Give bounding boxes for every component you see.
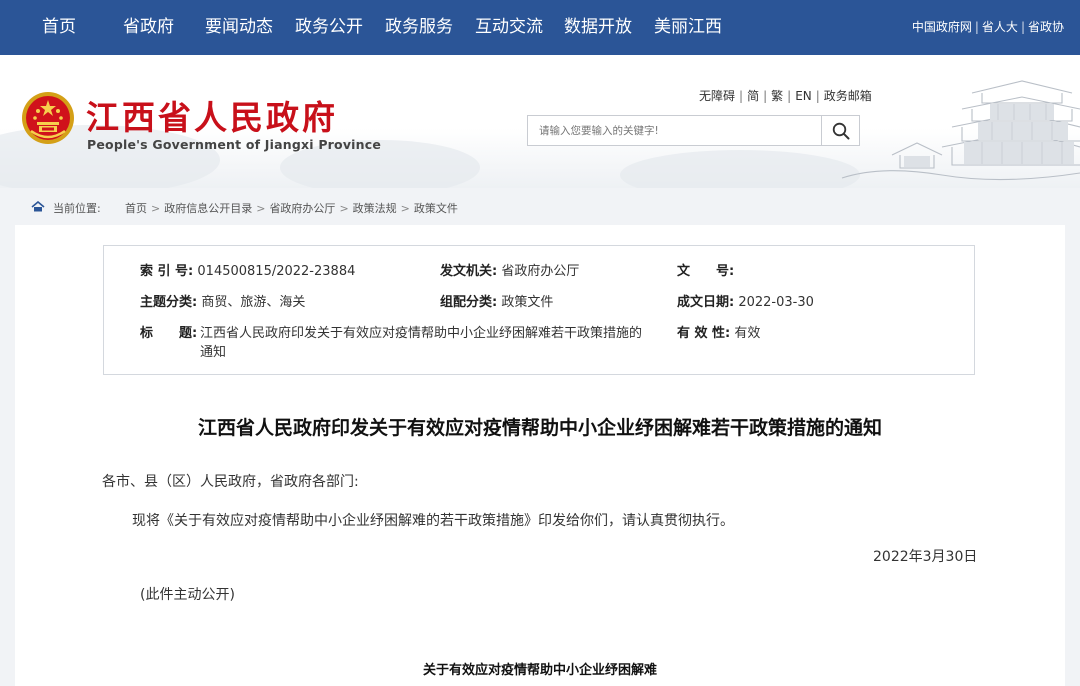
info-validity: 有 效 性: 有效 <box>677 326 761 341</box>
tengwang-pavilion-illustration <box>841 80 1080 181</box>
external-links: 中国政府网 | 省人大 | 省政协 <box>911 20 1064 34</box>
simplified-chinese-link[interactable]: 简 <box>747 89 759 103</box>
chevron-right-icon: > <box>256 202 266 215</box>
nav-item-open-data[interactable]: 数据开放 <box>564 0 632 55</box>
breadcrumb: 当前位置: 首页 > 政府信息公开目录 > 省政府办公厅 > 政策法规 > 政策文件 <box>0 188 1080 225</box>
attachment-title: 关于有效应对疫情帮助中小企业纾困解难 <box>422 663 657 678</box>
breadcrumb-label: 当前位置: <box>53 202 101 215</box>
info-date: 成文日期: 2022-03-30 <box>677 295 814 310</box>
nav-item-interaction[interactable]: 互动交流 <box>475 0 543 55</box>
document-body: 现将《关于有效应对疫情帮助中小企业纾困解难的若干政策措施》印发给你们，请认真贯彻… <box>132 513 734 529</box>
traditional-chinese-link[interactable]: 繁 <box>771 89 783 103</box>
link-provincial-cppcc[interactable]: 省政协 <box>1028 20 1064 34</box>
breadcrumb-item-info-catalog[interactable]: 政府信息公开目录 <box>164 202 252 215</box>
site-header: 江西省人民政府 People's Government of Jiangxi P… <box>0 55 1080 188</box>
link-provincial-congress[interactable]: 省人大 <box>982 20 1018 34</box>
info-docno: 文 号: <box>677 264 735 279</box>
nav-item-gov-services[interactable]: 政务服务 <box>385 0 453 55</box>
nav-item-home[interactable]: 首页 <box>42 0 76 55</box>
national-emblem-icon <box>22 92 74 144</box>
search-input[interactable] <box>528 116 822 145</box>
chevron-right-icon: > <box>339 202 349 215</box>
link-china-gov[interactable]: 中国政府网 <box>912 20 972 34</box>
top-nav: 首页 省政府 要闻动态 政务公开 政务服务 互动交流 数据开放 美丽江西 中国政… <box>0 0 1080 55</box>
info-topic: 主题分类: 商贸、旅游、海关 <box>140 295 306 310</box>
nav-item-news[interactable]: 要闻动态 <box>205 0 273 55</box>
chevron-right-icon: > <box>400 202 410 215</box>
accessibility-link[interactable]: 无障碍 <box>699 89 735 103</box>
info-title-value: 江西省人民政府印发关于有效应对疫情帮助中小企业纾困解难若干政策措施的通知 <box>200 326 643 360</box>
home-icon <box>31 201 45 212</box>
article-content: 索 引 号: 014500815/2022-23884 发文机关: 省政府办公厅… <box>15 225 1065 686</box>
info-title-label: 标 题: <box>140 326 198 341</box>
info-issuer: 发文机关: 省政府办公厅 <box>440 264 580 279</box>
info-index: 索 引 号: 014500815/2022-23884 <box>140 264 356 279</box>
search-box <box>527 115 860 146</box>
breadcrumb-trail: 首页 > 政府信息公开目录 > 省政府办公厅 > 政策法规 > 政策文件 <box>125 200 458 216</box>
info-category: 组配分类: 政策文件 <box>440 295 554 310</box>
nav-item-province-gov[interactable]: 省政府 <box>123 0 174 55</box>
breadcrumb-item-policies[interactable]: 政策法规 <box>353 202 397 215</box>
english-link[interactable]: EN <box>795 89 812 103</box>
chevron-right-icon: > <box>151 202 161 215</box>
site-title: 江西省人民政府 <box>86 98 338 137</box>
document-info-box: 索 引 号: 014500815/2022-23884 发文机关: 省政府办公厅… <box>103 245 975 375</box>
breadcrumb-item-policy-documents[interactable]: 政策文件 <box>414 202 458 215</box>
document-title: 江西省人民政府印发关于有效应对疫情帮助中小企业纾困解难若干政策措施的通知 <box>197 417 882 439</box>
breadcrumb-item-home[interactable]: 首页 <box>125 202 147 215</box>
document-salutation: 各市、县（区）人民政府，省政府各部门: <box>102 474 359 490</box>
site-subtitle: People's Government of Jiangxi Province <box>87 137 382 152</box>
nav-item-gov-affairs-open[interactable]: 政务公开 <box>295 0 363 55</box>
nav-item-beautiful-jiangxi[interactable]: 美丽江西 <box>654 0 722 55</box>
document-note: (此件主动公开) <box>140 587 235 603</box>
document-date: 2022年3月30日 <box>873 549 978 565</box>
breadcrumb-item-office[interactable]: 省政府办公厅 <box>269 202 335 215</box>
